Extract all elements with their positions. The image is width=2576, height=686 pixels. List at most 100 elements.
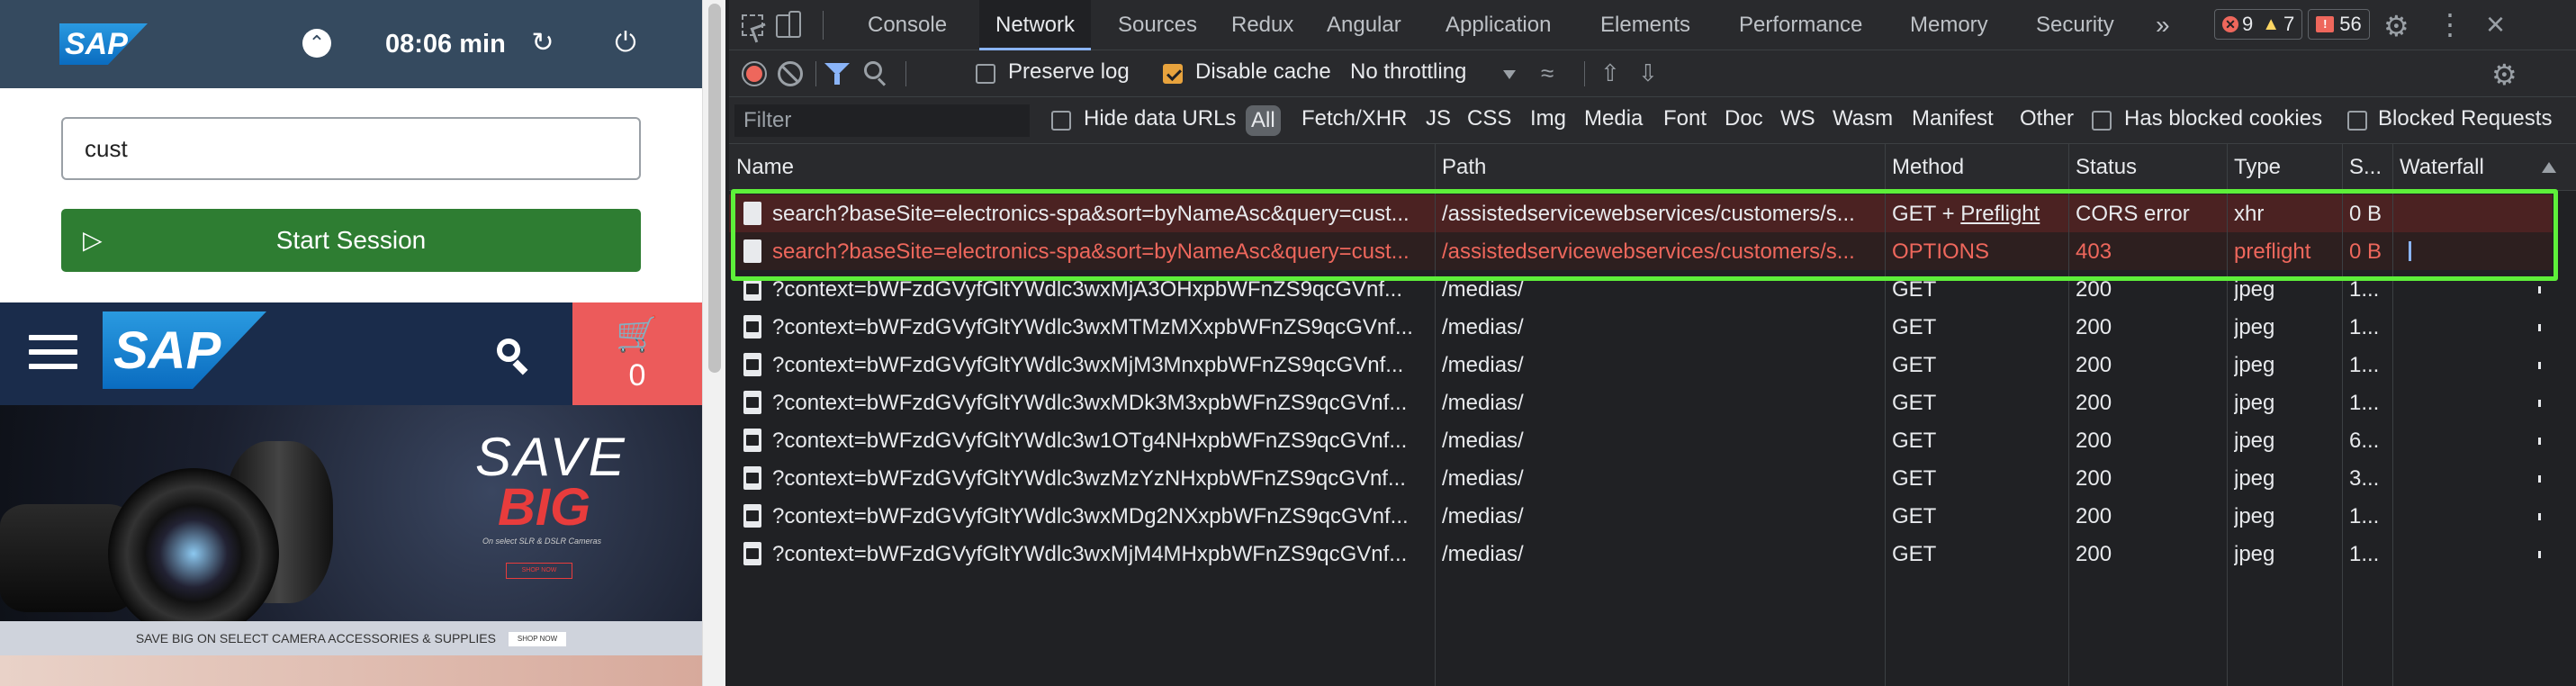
tab-application[interactable]: Application xyxy=(1429,0,1567,50)
filter-type-fetch-xhr[interactable]: Fetch/XHR xyxy=(1302,106,1407,131)
image-file-icon xyxy=(743,466,761,490)
tab-performance[interactable]: Performance xyxy=(1723,0,1878,50)
column-header-name[interactable]: Name xyxy=(736,155,794,180)
clear-icon[interactable] xyxy=(778,61,803,86)
inspect-element-icon[interactable] xyxy=(742,14,763,36)
kebab-menu-icon[interactable]: ⋮ xyxy=(2436,7,2464,41)
hamburger-menu-icon[interactable] xyxy=(29,335,77,371)
request-method: GET xyxy=(1892,315,1937,339)
network-settings-icon[interactable]: ⚙ xyxy=(2491,58,2517,92)
filter-type-js[interactable]: JS xyxy=(1426,106,1451,131)
column-header-type[interactable]: Type xyxy=(2234,155,2281,180)
customer-search-input[interactable]: cust xyxy=(61,117,641,180)
tab-elements[interactable]: Elements xyxy=(1584,0,1707,50)
tab-security[interactable]: Security xyxy=(2020,0,2130,50)
column-divider[interactable] xyxy=(2342,144,2343,686)
store-logo[interactable]: SAP xyxy=(103,311,266,389)
tab-angular[interactable]: Angular xyxy=(1311,0,1418,50)
search-icon[interactable] xyxy=(493,335,533,375)
network-conditions-icon[interactable]: ≈ xyxy=(1541,59,1554,87)
filter-type-img[interactable]: Img xyxy=(1530,106,1566,131)
devtools-tabbar: Console Network Sources Redux Angular Ap… xyxy=(729,0,2576,50)
filter-icon[interactable] xyxy=(824,63,850,85)
scrollbar-thumb[interactable] xyxy=(708,4,721,373)
tab-redux[interactable]: Redux xyxy=(1215,0,1310,50)
record-icon[interactable] xyxy=(742,61,767,86)
request-row[interactable]: ?context=bWFzdGVyfGltYWdlc3wxMjA3OHxpbWF… xyxy=(729,270,2553,308)
shop-now-button[interactable]: SHOP NOW xyxy=(506,563,572,579)
filter-type-wasm[interactable]: Wasm xyxy=(1833,106,1893,131)
column-divider[interactable] xyxy=(2227,144,2228,686)
power-icon[interactable]: ⏻ xyxy=(609,27,642,59)
filter-type-manifest[interactable]: Manifest xyxy=(1912,106,1994,131)
filter-input[interactable]: Filter xyxy=(734,104,1030,137)
request-name[interactable]: ?context=bWFzdGVyfGltYWdlc3wzMzYzNHxpbWF… xyxy=(772,466,1431,492)
preserve-log-checkbox[interactable] xyxy=(976,64,995,84)
issue-badges[interactable]: ✕ 9 ▲ 7 ! 56 xyxy=(2214,9,2375,40)
request-name[interactable]: ?context=bWFzdGVyfGltYWdlc3wxMDk3M3xpbWF… xyxy=(772,391,1431,416)
tab-memory[interactable]: Memory xyxy=(1894,0,2004,50)
column-header-waterfall[interactable]: Waterfall xyxy=(2400,155,2484,180)
error-warning-counter[interactable]: ✕ 9 ▲ 7 xyxy=(2214,9,2303,40)
preflight-link[interactable]: Preflight xyxy=(1960,202,2040,226)
hide-data-urls-checkbox[interactable] xyxy=(1051,111,1071,131)
request-name[interactable]: search?baseSite=electronics-spa&sort=byN… xyxy=(772,202,1431,227)
cart-button[interactable]: 🛒 0 xyxy=(572,302,702,405)
request-name[interactable]: ?context=bWFzdGVyfGltYWdlc3w1OTg4NHxpbWF… xyxy=(772,429,1431,454)
blocked-cookies-checkbox[interactable] xyxy=(2092,111,2112,131)
request-row[interactable]: search?baseSite=electronics-spa&sort=byN… xyxy=(729,194,2553,232)
request-name[interactable]: ?context=bWFzdGVyfGltYWdlc3wxMjA3OHxpbWF… xyxy=(772,277,1431,302)
column-divider[interactable] xyxy=(1885,144,1886,686)
promo-shop-button[interactable]: SHOP NOW xyxy=(508,632,567,647)
device-toolbar-icon[interactable] xyxy=(776,11,805,40)
request-row[interactable]: ?context=bWFzdGVyfGltYWdlc3wxMjM3MnxpbWF… xyxy=(729,346,2553,384)
column-header-path[interactable]: Path xyxy=(1442,155,1486,180)
request-name[interactable]: ?context=bWFzdGVyfGltYWdlc3wxMTMzMXxpbWF… xyxy=(772,315,1431,340)
tab-network[interactable]: Network xyxy=(979,0,1092,50)
collapse-icon[interactable]: ⌃ xyxy=(301,27,333,59)
throttling-select[interactable]: No throttling xyxy=(1350,59,1466,85)
request-row[interactable]: ?context=bWFzdGVyfGltYWdlc3wxMjM4MHxpbWF… xyxy=(729,535,2553,573)
disable-cache-checkbox[interactable] xyxy=(1163,64,1183,84)
refresh-icon[interactable]: ↻ xyxy=(527,27,559,59)
filter-type-media[interactable]: Media xyxy=(1584,106,1643,131)
filter-type-ws[interactable]: WS xyxy=(1780,106,1815,131)
blocked-requests-checkbox[interactable] xyxy=(2347,111,2367,131)
request-name[interactable]: search?baseSite=electronics-spa&sort=byN… xyxy=(772,239,1431,265)
request-row[interactable]: ?context=bWFzdGVyfGltYWdlc3wxMTMzMXxpbWF… xyxy=(729,308,2553,346)
column-divider[interactable] xyxy=(2392,144,2393,686)
filter-type-other[interactable]: Other xyxy=(2020,106,2074,131)
table-scrollbar[interactable] xyxy=(2554,191,2576,686)
issues-counter[interactable]: ! 56 xyxy=(2308,9,2370,40)
request-name[interactable]: ?context=bWFzdGVyfGltYWdlc3wxMjM4MHxpbWF… xyxy=(772,542,1431,567)
filter-type-font[interactable]: Font xyxy=(1663,106,1707,131)
start-session-button[interactable]: ▷ Start Session xyxy=(61,209,641,272)
close-icon[interactable]: × xyxy=(2486,5,2505,43)
column-header-size[interactable]: S... xyxy=(2349,155,2382,180)
column-header-method[interactable]: Method xyxy=(1892,155,1964,180)
export-har-icon[interactable]: ⇩ xyxy=(1638,59,1658,87)
column-header-status[interactable]: Status xyxy=(2076,155,2137,180)
request-row[interactable]: ?context=bWFzdGVyfGltYWdlc3w1OTg4NHxpbWF… xyxy=(729,421,2553,459)
tab-console[interactable]: Console xyxy=(851,0,963,50)
page-scrollbar[interactable] xyxy=(702,0,725,686)
import-har-icon[interactable]: ⇧ xyxy=(1600,59,1620,87)
tab-sources[interactable]: Sources xyxy=(1102,0,1213,50)
chevron-down-icon[interactable] xyxy=(1503,70,1516,79)
hero-banner[interactable]: SAVE BIG On select SLR & DSLR Cameras SH… xyxy=(0,405,702,621)
request-name[interactable]: ?context=bWFzdGVyfGltYWdlc3wxMjM3MnxpbWF… xyxy=(772,353,1431,378)
settings-gear-icon[interactable]: ⚙ xyxy=(2383,9,2409,43)
filter-type-css[interactable]: CSS xyxy=(1467,106,1511,131)
filter-type-all[interactable]: All xyxy=(1246,105,1281,136)
sort-ascending-icon[interactable] xyxy=(2542,162,2556,173)
request-row[interactable]: ?context=bWFzdGVyfGltYWdlc3wzMzYzNHxpbWF… xyxy=(729,459,2553,497)
request-row[interactable]: search?baseSite=electronics-spa&sort=byN… xyxy=(729,232,2553,270)
column-divider[interactable] xyxy=(1435,144,1436,686)
request-row[interactable]: ?context=bWFzdGVyfGltYWdlc3wxMDg2NXxpbWF… xyxy=(729,497,2553,535)
column-divider[interactable] xyxy=(2068,144,2069,686)
search-icon[interactable] xyxy=(864,61,891,88)
filter-type-doc[interactable]: Doc xyxy=(1725,106,1763,131)
request-name[interactable]: ?context=bWFzdGVyfGltYWdlc3wxMDg2NXxpbWF… xyxy=(772,504,1431,529)
request-row[interactable]: ?context=bWFzdGVyfGltYWdlc3wxMDk3M3xpbWF… xyxy=(729,384,2553,421)
more-tabs-icon[interactable]: » xyxy=(2156,0,2170,50)
